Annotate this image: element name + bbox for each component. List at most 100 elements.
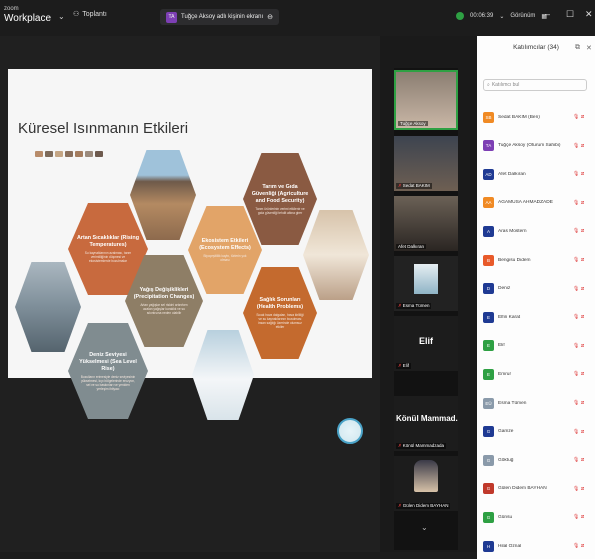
video-tile-name: ✗Sedat BAKIM (396, 183, 432, 189)
video-tile[interactable]: ✗Sedat BAKIM (394, 136, 458, 191)
video-off-icon[interactable]: ⧄ (581, 343, 589, 349)
participant-row[interactable]: SB Sedat BAKIM (Ben) 🎙︎ ⧄ (483, 109, 589, 125)
search-placeholder: Katılımcı bul (491, 82, 520, 88)
video-tile-name: ✗Könül Mammadzada (396, 443, 447, 449)
hex-desc: Su kaynaklarının azalması, tarım verimli… (84, 251, 132, 263)
video-tile[interactable]: Tuğçe Aksoy (394, 70, 458, 130)
video-name-text: Esma Tümen (402, 303, 430, 308)
meeting-menu[interactable]: ⚇ Toplantı (73, 10, 107, 19)
participant-row[interactable]: AA AGAMUSA AHMADZADE 🎙︎ ⧄ (483, 195, 589, 211)
muted-mic-icon[interactable]: 🎙︎ (573, 257, 581, 263)
hex-title: Artan Sıcaklıklar (Rising Temperatures) (76, 235, 139, 248)
video-name-text: Afet Dalkıran (398, 244, 425, 249)
participant-row[interactable]: D Deniz 🎙︎ ⧄ (483, 281, 589, 297)
video-tile[interactable]: Afet Dalkıran (394, 196, 458, 251)
video-off-icon[interactable]: ⧄ (581, 286, 589, 292)
minimize-button[interactable]: – (545, 9, 550, 19)
status-area: 00:06:39 ⌄ Görünüm ▦ (456, 12, 547, 20)
share-options-icon[interactable]: ⊖ (267, 13, 273, 21)
muted-mic-icon[interactable]: 🎙︎ (573, 343, 581, 349)
muted-mic-icon[interactable]: 🎙︎ (573, 486, 581, 492)
video-off-icon[interactable]: ⧄ (581, 457, 589, 463)
video-off-icon[interactable]: ⧄ (581, 228, 589, 234)
avatar: E (483, 311, 494, 323)
video-big-name: Elif (418, 336, 433, 346)
video-big-name: Könül Mammad... (396, 414, 458, 423)
participant-row[interactable]: B Bengisu Didem 🎙︎ ⧄ (483, 252, 589, 268)
muted-mic-icon: ✗ (398, 503, 402, 508)
video-tile-name: Afet Dalkıran (396, 244, 427, 249)
video-off-icon[interactable]: ⧄ (581, 200, 589, 206)
view-button[interactable]: Görünüm (510, 13, 535, 19)
avatar: SB (483, 111, 494, 123)
participant-row[interactable]: E Elfin Karat 🎙︎ ⧄ (483, 309, 589, 325)
muted-mic-icon[interactable]: 🎙︎ (573, 200, 581, 206)
video-tile-name: ✗Elif (396, 363, 412, 369)
pop-out-icon[interactable]: ⧉ (575, 44, 580, 52)
participant-row[interactable]: A Aras Mostern 🎙︎ ⧄ (483, 223, 589, 239)
video-tile[interactable]: Elif ✗Elif (394, 316, 458, 371)
hex-desc: Sıcak hava dalgaları, hava kirliliği ve … (256, 313, 304, 329)
avatar: B (483, 254, 494, 266)
muted-mic-icon[interactable]: 🎙︎ (573, 371, 581, 377)
avatar: G (483, 511, 494, 523)
video-off-icon[interactable]: ⧄ (581, 543, 589, 549)
chevron-down-icon[interactable]: ⌄ (499, 13, 504, 20)
hex-title: Yağış Değişiklikleri (Precipitation Chan… (133, 287, 195, 300)
participant-name: Elfin Karat (498, 314, 521, 320)
avatar: E (483, 340, 494, 352)
people-icon: ⚇ (73, 11, 80, 18)
participant-search-input[interactable]: ⌕ Katılımcı bul (483, 79, 587, 91)
muted-mic-icon[interactable]: 🎙︎ (573, 429, 581, 435)
muted-mic-icon[interactable]: 🎙︎ (573, 400, 581, 406)
meeting-menu-label: Toplantı (82, 10, 107, 18)
muted-mic-icon[interactable]: 🎙︎ (573, 514, 581, 520)
avatar: G (483, 454, 494, 466)
video-off-icon[interactable]: ⧄ (581, 114, 589, 120)
participant-row[interactable]: H Hilal Öznal 🎙︎ ⧄ (483, 538, 589, 554)
hex-title: Sağlık Sorunları (Health Problems) (256, 297, 304, 310)
participant-row[interactable]: G Gülen Didem BAYHAN 🎙︎ ⧄ (483, 481, 589, 497)
muted-mic-icon[interactable]: 🎙︎ (573, 114, 581, 120)
video-tile[interactable]: ✗Gülen Didem BAYHAN (394, 456, 458, 511)
video-tile[interactable]: ✗Esma Tümen (394, 256, 458, 311)
video-off-icon[interactable]: ⧄ (581, 171, 589, 177)
muted-mic-icon[interactable]: 🎙︎ (573, 171, 581, 177)
muted-mic-icon[interactable]: 🎙︎ (573, 457, 581, 463)
video-off-icon[interactable]: ⧄ (581, 314, 589, 320)
screen-share-pill[interactable]: TA Tuğçe Aksoy adlı kişinin ekranı ⊖ (160, 9, 280, 25)
video-off-icon[interactable]: ⧄ (581, 429, 589, 435)
muted-mic-icon[interactable]: 🎙︎ (573, 286, 581, 292)
video-off-icon[interactable]: ⧄ (581, 257, 589, 263)
participant-row[interactable]: G Göktuğ 🎙︎ ⧄ (483, 452, 589, 468)
participant-name: AGAMUSA AHMADZADE (498, 200, 553, 206)
avatar (414, 264, 438, 294)
muted-mic-icon[interactable]: 🎙︎ (573, 543, 581, 549)
video-off-icon[interactable]: ⧄ (581, 371, 589, 377)
video-off-icon[interactable]: ⧄ (581, 486, 589, 492)
video-tile-name: ✗Gülen Didem BAYHAN (396, 503, 451, 509)
muted-mic-icon[interactable]: 🎙︎ (573, 228, 581, 234)
video-off-icon[interactable]: ⧄ (581, 514, 589, 520)
close-icon[interactable]: ✕ (586, 44, 592, 52)
participant-row[interactable]: TA Tuğçe Aksoy (Oturum Sahibi) 🎙︎ ⧄ (483, 138, 589, 154)
slide-color-dots (35, 151, 103, 157)
logo-big-text: Workplace (4, 13, 52, 24)
video-tile[interactable]: Könül Mammad... ✗Könül Mammadzada (394, 396, 458, 451)
muted-mic-icon[interactable]: 🎙︎ (573, 314, 581, 320)
participant-row[interactable]: E Elif 🎙︎ ⧄ (483, 338, 589, 354)
participant-row[interactable]: EÜ Esma Tümen 🎙︎ ⧄ (483, 395, 589, 411)
participant-row[interactable]: G Gamze 🎙︎ ⧄ (483, 424, 589, 440)
chevron-down-icon[interactable]: ⌄ (58, 12, 65, 21)
maximize-button[interactable]: ☐ (566, 9, 574, 20)
participant-name: Bengisu Didem (498, 257, 531, 263)
participant-row[interactable]: AD Afet Dalkıran 🎙︎ ⧄ (483, 166, 589, 182)
muted-mic-icon[interactable]: 🎙︎ (573, 143, 581, 149)
close-button[interactable]: ✕ (585, 9, 593, 20)
participant-row[interactable]: G Günsu 🎙︎ ⧄ (483, 509, 589, 525)
video-off-icon[interactable]: ⧄ (581, 143, 589, 149)
video-off-icon[interactable]: ⧄ (581, 400, 589, 406)
chevron-down-icon[interactable]: ⌄ (421, 523, 428, 532)
participant-row[interactable]: E Emrur 🎙︎ ⧄ (483, 366, 589, 382)
participant-name: Gamze (498, 429, 514, 435)
